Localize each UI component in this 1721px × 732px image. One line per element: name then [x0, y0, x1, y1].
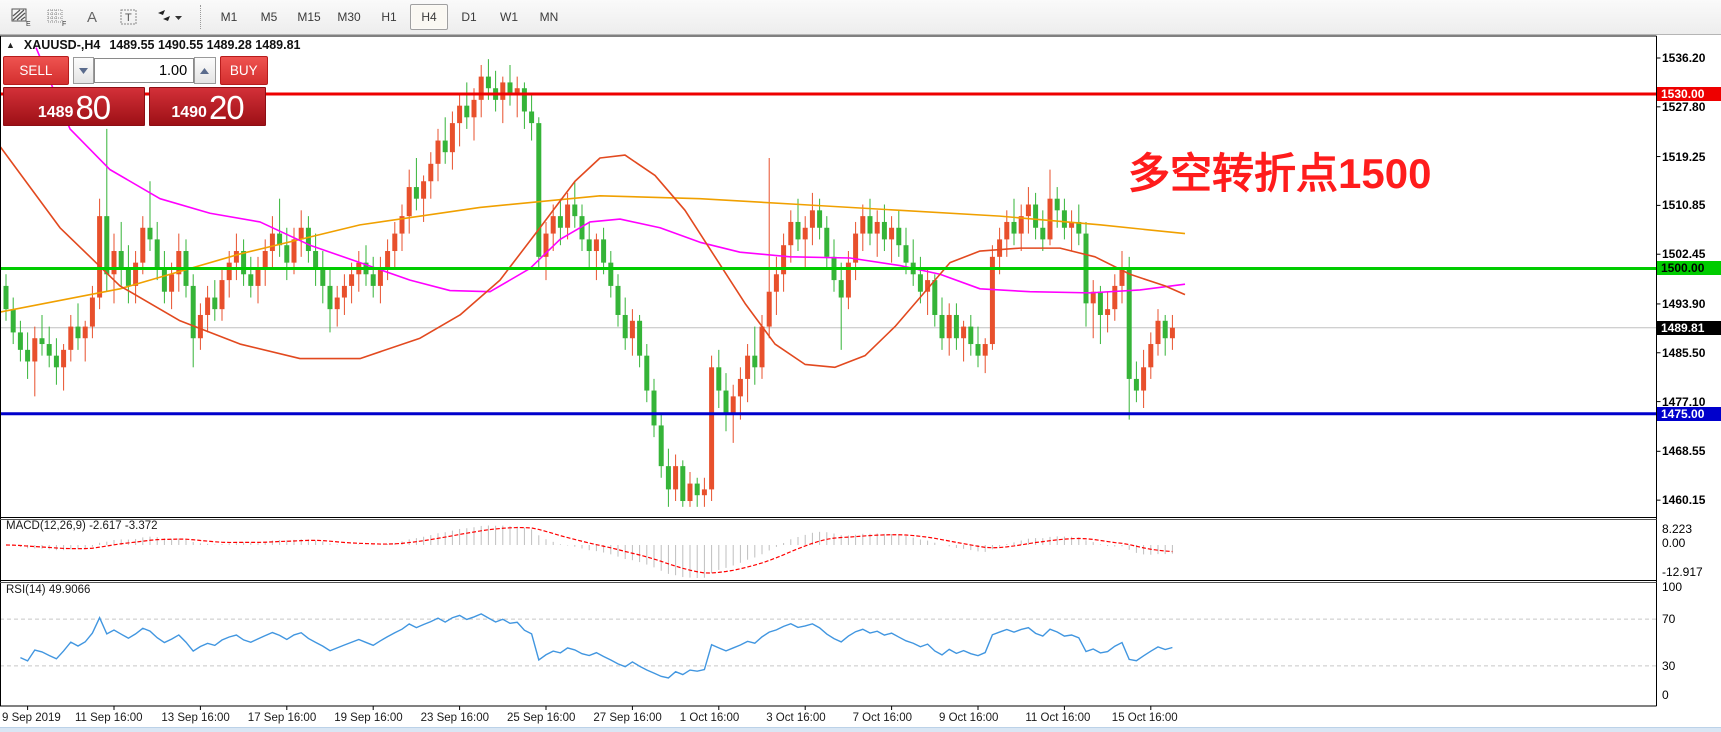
rsi-line [20, 614, 1172, 678]
timeframe-button-M30[interactable]: M30 [330, 4, 368, 30]
text-label-icon[interactable]: A [78, 3, 108, 31]
chart-window: ▲ XAUUSD-,H4 1489.55 1490.55 1489.28 148… [0, 35, 1721, 727]
buy-price-small: 1490 [171, 102, 207, 124]
date-tick-label: 27 Sep 16:00 [593, 712, 661, 724]
date-tick-label: 17 Sep 16:00 [248, 712, 316, 724]
sell-price-big: 80 [75, 91, 110, 124]
sell-price-small: 1489 [38, 102, 74, 124]
ohlc-values: 1489.55 1490.55 1489.28 1489.81 [109, 38, 300, 52]
price-tick-label: 1485.50 [1662, 347, 1720, 360]
grid-f-icon[interactable]: F [42, 3, 72, 31]
date-tick-label: 9 Sep 2019 [2, 712, 61, 724]
volume-input[interactable] [94, 58, 194, 83]
date-tick-label: 15 Oct 16:00 [1112, 712, 1178, 724]
date-tick-label: 23 Sep 16:00 [421, 712, 489, 724]
macd-signal-line [6, 528, 1172, 573]
rsi-axis-label: 70 [1662, 613, 1720, 626]
date-tick-label: 1 Oct 16:00 [680, 712, 739, 724]
macd-histogram [6, 525, 1172, 578]
svg-text:F: F [62, 21, 66, 27]
macd-values: -2.617 -3.372 [89, 520, 157, 532]
macd-title: MACD(12,26,9) [6, 520, 86, 532]
timeframe-button-D1[interactable]: D1 [450, 4, 488, 30]
date-tick-label: 25 Sep 16:00 [507, 712, 575, 724]
price-tick-label: 1460.15 [1662, 494, 1720, 507]
svg-text:T: T [125, 12, 132, 24]
date-tick-label: 9 Oct 16:00 [939, 712, 998, 724]
price-tick-label: 1510.85 [1662, 199, 1720, 212]
macd-axis-label: 8.223 [1662, 523, 1720, 536]
date-tick-label: 19 Sep 16:00 [334, 712, 402, 724]
chevron-down-icon [175, 16, 182, 20]
price-tick-label: 1527.80 [1662, 101, 1720, 114]
rsi-axis-label: 0 [1662, 689, 1720, 702]
macd-axis-label: -12.917 [1662, 566, 1720, 579]
price-tick-label: 1519.25 [1662, 151, 1720, 164]
level-price-badge: 1475.00 [1657, 407, 1721, 421]
rsi-header: RSI(14) 49.9066 [6, 584, 90, 596]
arrow-down-icon [79, 68, 88, 74]
sell-button[interactable]: SELL [3, 56, 69, 85]
window-bottom-strip [0, 727, 1721, 732]
collapse-icon[interactable]: ▲ [6, 40, 15, 50]
rsi-value: 49.9066 [49, 584, 91, 596]
svg-text:E: E [26, 21, 31, 27]
timeframe-buttons: M1M5M15M30H1H4D1W1MN [210, 4, 568, 30]
buy-price-box[interactable]: 1490 20 [149, 87, 266, 126]
price-tick-label: 1468.55 [1662, 445, 1720, 458]
level-price-badge: 1530.00 [1657, 87, 1721, 101]
timeframe-button-W1[interactable]: W1 [490, 4, 528, 30]
symbol-period-label: XAUUSD-,H4 [24, 38, 100, 52]
timeframe-button-M1[interactable]: M1 [210, 4, 248, 30]
timeframe-button-H4[interactable]: H4 [410, 4, 448, 30]
chart-header: ▲ XAUUSD-,H4 1489.55 1490.55 1489.28 148… [6, 38, 300, 52]
buy-button[interactable]: BUY [220, 56, 268, 85]
price-tick-label: 1536.20 [1662, 52, 1720, 65]
rsi-axis-label: 30 [1662, 660, 1720, 673]
main-chart-canvas[interactable] [0, 35, 1721, 732]
date-tick-label: 7 Oct 16:00 [853, 712, 912, 724]
timeframe-button-M15[interactable]: M15 [290, 4, 328, 30]
volume-down-button[interactable] [73, 57, 94, 84]
timeframe-button-M5[interactable]: M5 [250, 4, 288, 30]
date-tick-label: 3 Oct 16:00 [766, 712, 825, 724]
toolbar: E F A T [0, 0, 1721, 35]
svg-text:A: A [87, 9, 97, 26]
timeframe-button-H1[interactable]: H1 [370, 4, 408, 30]
current-price-badge: 1489.81 [1657, 321, 1721, 335]
buy-price-big: 20 [209, 91, 244, 124]
price-tick-label: 1493.90 [1662, 298, 1720, 311]
rsi-axis-label: 100 [1662, 581, 1720, 594]
chart-annotation-text: 多空转折点1500 [1128, 140, 1431, 201]
one-click-trading-panel: SELL BUY 1489 80 1490 20 [3, 56, 268, 126]
mt4-terminal: E F A T [0, 0, 1721, 732]
level-price-badge: 1500.00 [1657, 261, 1721, 275]
arrow-up-icon [200, 68, 209, 74]
price-tick-label: 1502.45 [1662, 248, 1720, 261]
toolbar-separator [200, 5, 202, 29]
text-box-icon[interactable]: T [114, 3, 144, 31]
cursor-style-icon[interactable] [150, 3, 190, 31]
macd-header: MACD(12,26,9) -2.617 -3.372 [6, 520, 158, 532]
rsi-title: RSI(14) [6, 584, 46, 596]
date-tick-label: 11 Sep 16:00 [75, 712, 143, 724]
pattern-e-icon[interactable]: E [6, 3, 36, 31]
date-tick-label: 13 Sep 16:00 [161, 712, 229, 724]
date-tick-label: 11 Oct 16:00 [1025, 712, 1090, 724]
volume-up-button[interactable] [194, 57, 215, 84]
macd-axis-label: 0.00 [1662, 537, 1720, 550]
sell-price-box[interactable]: 1489 80 [3, 87, 145, 126]
candles [4, 59, 1175, 507]
timeframe-button-MN[interactable]: MN [530, 4, 568, 30]
